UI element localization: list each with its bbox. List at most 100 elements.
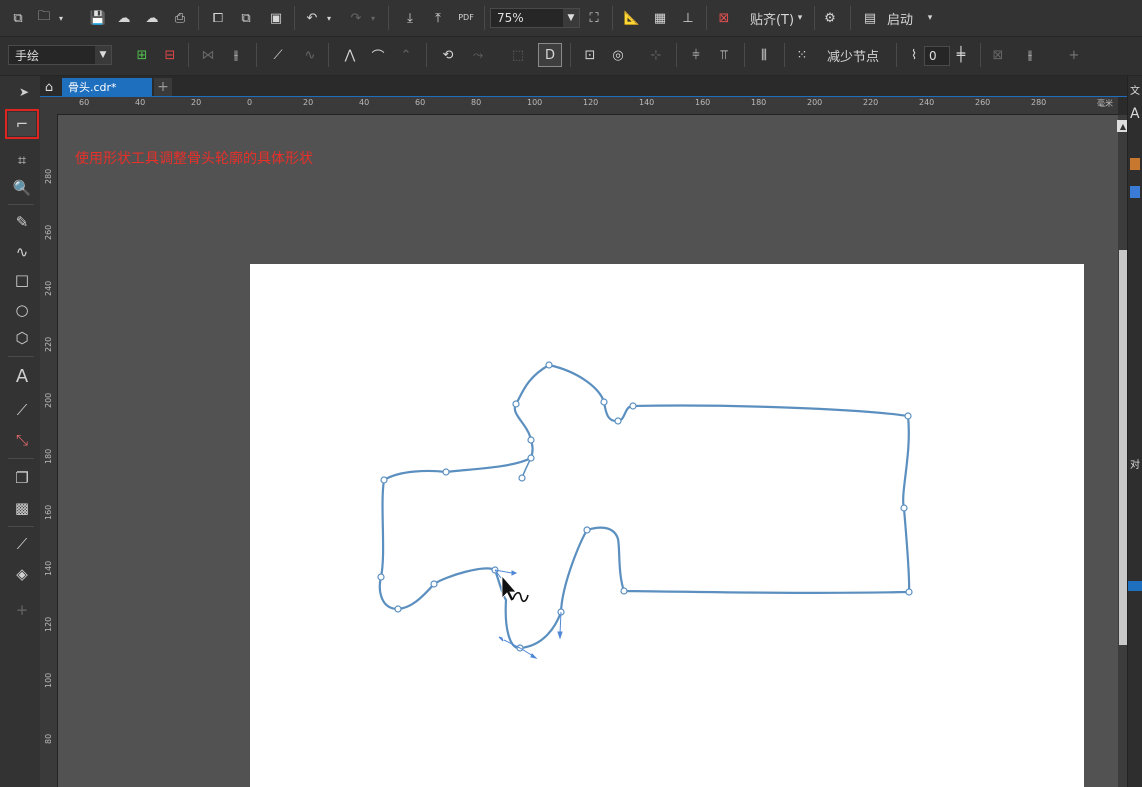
polygon-tool-icon[interactable]: ⬡ [8, 326, 36, 350]
drop-shadow-icon[interactable]: ❐ [8, 466, 36, 490]
launch-dropdown-icon[interactable]: ▾ [924, 6, 936, 30]
curve-smoothness-value: 0 [929, 49, 937, 63]
close-curve-icon[interactable]: D [538, 43, 562, 67]
undo-dropdown-icon[interactable]: ▾ [324, 6, 334, 30]
drawing-page[interactable] [250, 264, 1084, 787]
app-launcher-icon[interactable]: ▤ [858, 6, 882, 30]
launch-menu[interactable]: 启动 [884, 6, 916, 30]
shape-tool-icon[interactable]: ⌐ [5, 109, 39, 139]
node-distribution-icon[interactable]: ⫲ [1018, 43, 1042, 67]
connector-tool-icon[interactable]: ⤡ [8, 428, 36, 452]
horizontal-ruler[interactable]: 60 40 20 0 20 40 60 80 100 120 140 160 180 200 220 240 2… [57, 97, 1118, 115]
add-tool-icon[interactable]: + [8, 598, 36, 622]
add-node-icon[interactable]: ⊞ [130, 43, 154, 67]
tab-document[interactable]: 骨头.cdr* [62, 78, 152, 96]
pick-tool-icon[interactable]: ➤ [10, 80, 38, 104]
open-dropdown-icon[interactable]: ▾ [56, 6, 66, 30]
vertical-ruler[interactable]: 280 260 240 220 200 180 160 140 120 100 80 [40, 114, 58, 787]
delete-node-icon[interactable]: ⊟ [158, 43, 182, 67]
new-document-icon[interactable]: ⧉ [6, 6, 30, 30]
ruler-tick-label: 120 [44, 616, 53, 632]
freehand-tool-icon[interactable]: ✎ [8, 210, 36, 234]
curve-option-icon[interactable]: ⊠ [986, 43, 1010, 67]
open-folder-icon[interactable]: 🗀 [32, 6, 56, 30]
reflect-vertical-icon[interactable]: ⫪ [712, 43, 736, 67]
redo-icon[interactable]: ↷ [344, 6, 368, 30]
join-nodes-icon[interactable]: ⋈ [196, 43, 220, 67]
vertical-scroll-thumb[interactable] [1119, 250, 1127, 645]
select-all-nodes-icon[interactable]: ⁙ [790, 43, 814, 67]
extend-curve-icon[interactable]: ⤳ [466, 43, 490, 67]
crop-tool-icon[interactable]: ⌗ [8, 148, 36, 172]
eyedropper-icon[interactable]: ⟋ [8, 532, 36, 556]
align-nodes-icon[interactable]: ⊹ [644, 43, 668, 67]
dock-color-swatch[interactable] [1130, 158, 1140, 170]
smoothness-slider-icon[interactable]: ╪ [950, 43, 972, 67]
reduce-nodes-button[interactable]: 减少节点 [820, 43, 886, 67]
to-line-icon[interactable]: ⟋ [266, 43, 290, 67]
show-grid-icon[interactable]: ▦ [648, 6, 672, 30]
zoom-tool-icon[interactable]: 🔍 [8, 176, 36, 200]
cloud-upload-icon[interactable]: ☁ [112, 6, 136, 30]
cut-icon[interactable]: ⧠ [206, 6, 230, 30]
elastic-mode-icon[interactable]: ⫼ [752, 43, 776, 67]
publish-pdf-icon[interactable]: PDF [454, 6, 478, 30]
save-icon[interactable]: 💾 [86, 6, 110, 30]
dock-label-font[interactable]: A [1130, 106, 1140, 122]
snap-off-icon[interactable]: ⊠ [712, 6, 736, 30]
add-toolbar-item-icon[interactable]: + [1062, 43, 1086, 67]
reverse-direction-icon[interactable]: ⟲ [436, 43, 460, 67]
copy-icon[interactable]: ⧉ [234, 6, 258, 30]
ruler-tick-label: 40 [135, 98, 146, 107]
snap-to-menu[interactable]: 贴齐(T) [742, 6, 802, 30]
dock-selected-row[interactable] [1128, 581, 1142, 591]
interactive-fill-icon[interactable]: ◈ [8, 562, 36, 586]
dock-label-objects[interactable]: 对 [1130, 456, 1140, 471]
ruler-tick-label: 200 [807, 98, 823, 107]
import-icon[interactable]: ⤓ [398, 6, 422, 30]
symmetrical-node-icon[interactable]: ⌃ [394, 43, 418, 67]
export-icon[interactable]: ⤒ [426, 6, 450, 30]
dock-list-icon[interactable] [1130, 186, 1140, 198]
snap-dropdown-icon[interactable]: ▾ [794, 6, 806, 30]
parallel-dimension-icon[interactable]: ⟋ [8, 398, 36, 422]
ruler-tick-label: 80 [44, 733, 53, 744]
curve-smoothness-input[interactable]: 0 [924, 46, 950, 66]
cloud-download-icon[interactable]: ☁ [140, 6, 164, 30]
transparency-icon[interactable]: ▩ [8, 496, 36, 520]
zoom-level-combo[interactable]: 75% ▼ [490, 8, 580, 28]
ruler-tick-label: 20 [303, 98, 314, 107]
new-tab-icon[interactable]: + [154, 78, 172, 96]
to-curve-icon[interactable]: ∿ [298, 43, 322, 67]
options-gear-icon[interactable]: ⚙ [818, 6, 842, 30]
extract-subpath-icon[interactable]: ⬚ [506, 43, 530, 67]
break-curve-icon[interactable]: ⫲ [224, 43, 248, 67]
drawing-canvas[interactable]: 使用形状工具调整骨头轮廓的具体形状 [58, 115, 1118, 787]
ruler-tick-label: 160 [44, 504, 53, 520]
full-screen-preview-icon[interactable]: ⛶ [582, 6, 606, 30]
curve-smoothness-icon[interactable]: ⌇ [902, 43, 926, 67]
text-tool-icon[interactable]: A [8, 364, 36, 388]
ruler-corner[interactable] [40, 97, 57, 114]
rotate-skew-nodes-icon[interactable]: ◎ [606, 43, 630, 67]
show-guidelines-icon[interactable]: ⊥ [676, 6, 700, 30]
dock-label-text[interactable]: 文 [1130, 82, 1140, 97]
ellipse-tool-icon[interactable]: ○ [8, 298, 36, 322]
show-rulers-icon[interactable]: 📐 [620, 6, 644, 30]
paste-icon[interactable]: ▣ [264, 6, 288, 30]
redo-dropdown-icon[interactable]: ▾ [368, 6, 378, 30]
bone-outline-drawing[interactable] [250, 264, 1084, 787]
selection-mode-combo[interactable]: 手绘 ▼ [8, 45, 112, 65]
reflect-nodes-icon[interactable]: ⊡ [578, 43, 602, 67]
artistic-media-icon[interactable]: ∿ [8, 240, 36, 264]
rectangle-tool-icon[interactable]: □ [8, 268, 36, 292]
smooth-node-icon[interactable]: ⌒ [366, 43, 390, 67]
zoom-dropdown-icon[interactable]: ▼ [563, 9, 579, 27]
selection-mode-dropdown-icon[interactable]: ▼ [95, 46, 111, 64]
ruler-tick-label: 0 [247, 98, 253, 107]
home-icon[interactable]: ⌂ [40, 78, 58, 96]
cusp-node-icon[interactable]: ⋀ [338, 43, 362, 67]
print-icon[interactable]: ⎙ [168, 6, 192, 30]
undo-icon[interactable]: ↶ [300, 6, 324, 30]
reflect-horizontal-icon[interactable]: ⫩ [684, 43, 708, 67]
